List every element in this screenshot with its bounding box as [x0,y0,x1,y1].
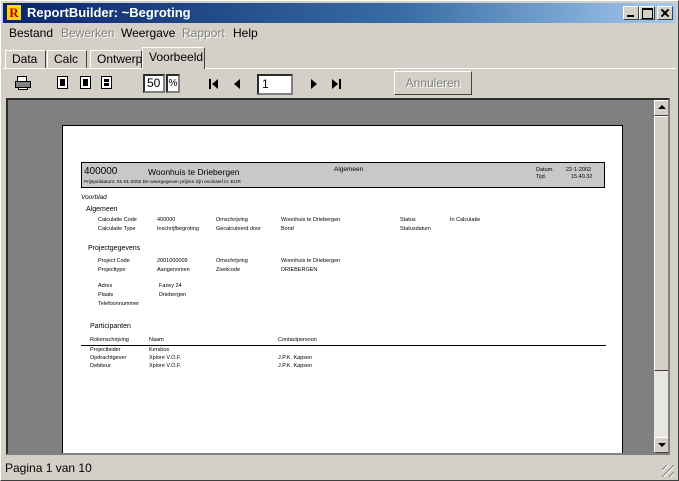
two-page-icon[interactable] [80,76,91,89]
omschrijving-label: Omschrijving [216,217,248,223]
section-voorblad: Voorblad [81,194,107,201]
gecalculeerd-label: Gecalculeerd door [216,226,261,232]
report-header: 400000 Woonhuis te Driebergen Algemeen D… [81,162,605,188]
menu-help[interactable]: Help [233,26,258,41]
app-icon: R [7,5,21,20]
menu-bestand[interactable]: Bestand [9,26,53,41]
scroll-up-icon[interactable] [654,100,668,116]
participant-header-contact: Contactpersoon [278,337,317,343]
maximize-button[interactable] [639,6,655,20]
preview-toolbar: 50 % 1 Annuleren [3,71,676,97]
vertical-scrollbar[interactable] [654,100,668,453]
plaats-label: Plaats [98,292,114,298]
title-bar[interactable]: R ReportBuilder: ~Begroting [3,3,676,23]
project-code-label: Project Code [98,258,130,264]
participant-row-contact: J.P.K. Kapsen [278,355,313,361]
window-title: ReportBuilder: ~Begroting [27,5,191,20]
section-participanten: Participanten [90,323,131,330]
report-page: 400000 Woonhuis te Driebergen Algemeen D… [62,125,623,453]
participant-row-rol: Projectleider [90,347,121,353]
report-category: Algemeen [334,166,364,173]
status-label: Status [400,217,416,223]
page-number-input[interactable]: 1 [257,74,293,95]
statusdatum-label: Statusdatum [400,226,431,232]
tab-calc[interactable]: Calc [47,50,87,69]
date-value: 22-1-2002 [566,167,592,173]
report-code: 400000 [84,166,118,177]
tab-data[interactable]: Data [5,50,46,69]
adres-label: Adres [98,283,113,289]
zoekcode-label: Zoekcode [216,267,241,273]
participant-row-rol: Opdrachtgever [90,355,127,361]
tab-voorbeeld[interactable]: Voorbeeld [142,47,205,69]
one-page-icon[interactable] [57,76,68,89]
time-value: 15.40.32 [571,174,593,180]
omschrijving-value: Woonhuis te Driebergen [281,217,341,223]
participant-row-naam: Xplore V.O.F. [149,355,182,361]
participant-row-rol: Debiteur [90,363,111,369]
tab-divider [3,68,676,69]
telefoon-label: Telefoonnummer [98,301,139,307]
projecttype-value: Aangenomen [157,267,190,273]
close-button[interactable] [657,6,673,20]
first-page-icon[interactable] [208,78,220,90]
project-code-value: 2001000009 [157,258,188,264]
price-subline: Prijspeildatum: 01-01-2002 De weergegeve… [84,180,241,185]
participant-header-naam: Naam [149,337,164,343]
calc-code-label: Calculatie Code [98,217,137,223]
zoom-input[interactable]: 50 [143,74,165,93]
section-projectgegevens: Projectgegevens [88,245,141,252]
minimize-button[interactable] [623,6,639,20]
menu-weergave[interactable]: Weergave [121,26,175,41]
status-text: Pagina 1 van 10 [5,461,92,475]
tab-strip: Data Calc Ontwerp Voorbeeld [1,47,679,69]
date-label: Datum. [536,167,554,173]
print-icon[interactable] [15,75,31,91]
participant-header-rule [81,345,606,346]
zoekcode-value: DRIEBERGEN [281,267,318,273]
cancel-button[interactable]: Annuleren [394,71,472,95]
adres-value: Fazey 24 [159,283,182,289]
preview-area[interactable]: 400000 Woonhuis te Driebergen Algemeen D… [6,98,670,455]
scroll-down-icon[interactable] [654,437,668,453]
scroll-thumb[interactable] [654,116,668,371]
app-window: R ReportBuilder: ~Begroting Bestand Bewe… [0,0,679,481]
next-page-icon[interactable] [308,78,320,90]
calc-type-label: Calculatie Type [98,226,136,232]
participant-row-naam: Kersbos [149,347,170,353]
resize-grip-icon[interactable] [662,465,674,477]
participant-header-rol: Rolomschrijving [90,337,129,343]
menu-bewerken[interactable]: Bewerken [61,26,114,41]
report-title: Woonhuis te Driebergen [148,167,240,177]
status-value: In Calculatie [450,217,481,223]
project-omschrijving-value: Woonhuis te Driebergen [281,258,341,264]
tab-ontwerp[interactable]: Ontwerp [90,50,142,69]
menu-rapport[interactable]: Rapport [182,26,225,41]
gecalculeerd-value: Bond [281,226,294,232]
section-algemeen: Algemeen [86,206,118,213]
calc-code-value: 400000 [157,217,176,223]
multi-page-icon[interactable] [101,76,112,89]
prev-page-icon[interactable] [231,78,243,90]
zoom-unit: % [166,74,180,93]
projecttype-label: Projecttype [98,267,126,273]
time-label: Tijd. [536,174,547,180]
calc-type-value: Inschrijfbegroting [157,226,199,232]
last-page-icon[interactable] [330,78,342,90]
participant-row-contact: J.P.K. Kapsen [278,363,313,369]
status-bar: Pagina 1 van 10 [3,459,676,478]
menu-bar: Bestand Bewerken Weergave Rapport Help [3,24,676,43]
participant-row-naam: Xplore V.O.F. [149,363,182,369]
plaats-value: Driebergen [159,292,187,298]
project-omschrijving-label: Omschrijving [216,258,248,264]
